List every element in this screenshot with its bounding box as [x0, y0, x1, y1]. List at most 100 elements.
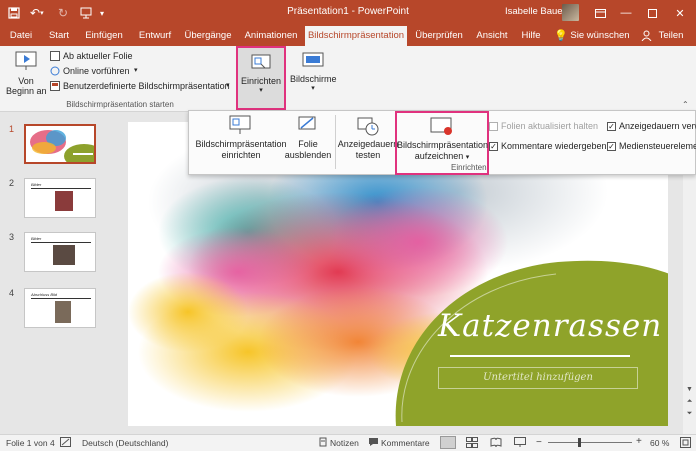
ribbon-display-icon[interactable] [588, 0, 612, 26]
hide-slide-icon [297, 115, 317, 135]
share-button[interactable]: Teilen [654, 26, 688, 46]
ribbon-tabs: Datei Start Einfügen Entwurf Übergänge A… [0, 26, 696, 46]
tab-entwurf[interactable]: Entwurf [132, 26, 178, 46]
einrichten-button[interactable]: Einrichten ▾ [236, 46, 286, 110]
normal-view-icon[interactable] [440, 436, 456, 449]
hide-slide-label-1[interactable]: Folie [283, 139, 333, 149]
tab-ansicht[interactable]: Ansicht [472, 26, 512, 46]
ab-aktueller-folie-button[interactable]: Ab aktueller Folie [63, 51, 133, 61]
tab-datei[interactable]: Datei [4, 26, 38, 46]
scroll-down-icon[interactable]: ▼ [685, 386, 694, 396]
language-indicator[interactable]: Deutsch (Deutschland) [82, 438, 168, 448]
setup-icon [251, 54, 271, 72]
thumb-image-4 [55, 301, 71, 323]
setup-slideshow-label-1[interactable]: Bildschirmpräsentation [195, 139, 287, 149]
media-controls-label: Mediensteuerelemen [619, 141, 696, 151]
thumb-number-2: 2 [9, 178, 15, 188]
collapse-ribbon-icon[interactable]: ⌃ [682, 100, 689, 109]
use-timings-checkbox[interactable]: ✓ [607, 122, 616, 131]
share-person-icon [641, 30, 653, 42]
close-icon[interactable]: ✕ [668, 0, 692, 26]
tab-ueberpruefen[interactable]: Überprüfen [410, 26, 468, 46]
user-name[interactable]: Isabelle Bauer [505, 6, 566, 17]
minimize-icon[interactable]: — [614, 0, 638, 26]
von-beginn-label-1[interactable]: Von [6, 76, 46, 86]
record-slideshow-label-2-text: aufzeichnen [414, 151, 464, 161]
thumb-title-3: Bilder [31, 236, 42, 241]
media-controls-checkbox[interactable]: ✓ [607, 142, 616, 151]
einrichten-label: Einrichten [240, 76, 282, 86]
tab-bildschirmpraesentation[interactable]: Bildschirmpräsentation [305, 26, 407, 46]
zoom-level[interactable]: 60 % [650, 438, 669, 448]
notes-button[interactable]: Notizen [330, 438, 359, 448]
setup-slideshow-label-2[interactable]: einrichten [195, 150, 287, 160]
prev-slide-icon[interactable]: ⏶ [685, 398, 694, 408]
von-beginn-label-2[interactable]: Beginn an [6, 86, 47, 96]
hide-slide-label-2[interactable]: ausblenden [283, 150, 333, 160]
online-dropdown-icon[interactable]: ▾ [134, 66, 138, 74]
tab-animationen[interactable]: Animationen [240, 26, 302, 46]
slideshow-from-start-icon[interactable] [14, 50, 38, 72]
comments-icon [368, 437, 379, 448]
online-vorfuehren-button[interactable]: Online vorführen [63, 66, 130, 76]
group-label-einrichten: Einrichten [451, 163, 487, 172]
slide-thumbnail-4[interactable]: Abschluss Bild [24, 288, 96, 328]
group-label-start: Bildschirmpräsentation starten [66, 100, 174, 109]
tell-me-search[interactable]: Sie wünschen [568, 26, 632, 46]
thumb-image-2 [55, 191, 73, 211]
zoom-out-icon[interactable]: − [536, 437, 542, 448]
zoom-in-icon[interactable]: + [636, 436, 642, 447]
tab-uebergaenge[interactable]: Übergänge [180, 26, 236, 46]
fit-slide-icon[interactable] [680, 437, 691, 448]
tab-einfuegen[interactable]: Einfügen [80, 26, 128, 46]
zoom-slider[interactable] [548, 442, 632, 443]
keep-slides-updated-label: Folien aktualisiert halten [501, 121, 599, 131]
monitors-icon[interactable] [302, 52, 324, 70]
slide-thumbnails-pane: 1 2 Bilder 3 Bilder 4 Abschluss Bild [0, 112, 113, 434]
thumb-title-2: Bilder [31, 182, 42, 187]
title-bar: ↶ ▾ ↻ ▾ Präsentation1 - PowerPoint Isabel… [0, 0, 696, 26]
thumb-image-3 [53, 245, 75, 265]
notes-icon [318, 437, 328, 448]
maximize-icon[interactable] [640, 0, 664, 26]
slide-sorter-icon[interactable] [466, 437, 478, 448]
lightbulb-icon: 💡 [554, 30, 568, 42]
thumb-rule-3 [31, 242, 91, 243]
thumb-rule-2 [31, 188, 91, 189]
tab-start[interactable]: Start [42, 26, 76, 46]
record-dropdown-chevron-icon: ▾ [465, 154, 470, 161]
benutzerdefinierte-button[interactable]: Benutzerdefinierte Bildschirmpräsentatio… [63, 81, 230, 91]
einrichten-dropdown-panel: Bildschirmpräsentation einrichten Folie … [188, 110, 696, 175]
subtitle-placeholder[interactable]: Untertitel hinzufügen [438, 367, 638, 389]
play-comments-checkbox[interactable]: ✓ [489, 142, 498, 151]
thumb-number-1: 1 [9, 124, 15, 134]
zoom-slider-thumb[interactable] [578, 438, 581, 447]
thumb-number-3: 3 [9, 232, 15, 242]
bildschirme-chevron-icon[interactable]: ▾ [290, 84, 336, 92]
tab-hilfe[interactable]: Hilfe [516, 26, 546, 46]
ribbon: Von Beginn an Ab aktueller Folie Online … [0, 46, 696, 112]
slide-thumbnail-1[interactable] [24, 124, 96, 164]
reading-view-icon[interactable] [490, 437, 502, 448]
record-slideshow-icon [430, 117, 454, 137]
keep-slides-updated-checkbox[interactable] [489, 122, 498, 131]
avatar[interactable] [562, 4, 579, 21]
next-slide-icon[interactable]: ⏷ [685, 410, 694, 420]
custom-show-icon [50, 81, 60, 91]
slideshow-view-icon[interactable] [514, 437, 526, 448]
slide-title[interactable]: Katzenrassen [438, 308, 661, 344]
benutzer-dropdown-icon[interactable]: ▾ [226, 81, 230, 89]
rehearse-timings-label-1[interactable]: Anzeigedauern [337, 139, 399, 149]
rehearse-timings-label-2[interactable]: testen [337, 150, 399, 160]
slide-thumbnail-3[interactable]: Bilder [24, 232, 96, 272]
record-slideshow-label-1: Bildschirmpräsentation [397, 140, 489, 150]
online-icon [50, 66, 60, 76]
comments-button[interactable]: Kommentare [381, 438, 430, 448]
play-comments-label: Kommentare wiedergeben [501, 141, 607, 151]
setup-slideshow-icon [229, 115, 251, 135]
status-bar: Folie 1 von 4 Deutsch (Deutschland) Noti… [0, 434, 696, 451]
einrichten-chevron-icon: ▾ [259, 87, 263, 94]
slide-thumbnail-2[interactable]: Bilder [24, 178, 96, 218]
bildschirme-button[interactable]: Bildschirme [290, 74, 337, 84]
accessibility-icon[interactable] [60, 437, 72, 448]
